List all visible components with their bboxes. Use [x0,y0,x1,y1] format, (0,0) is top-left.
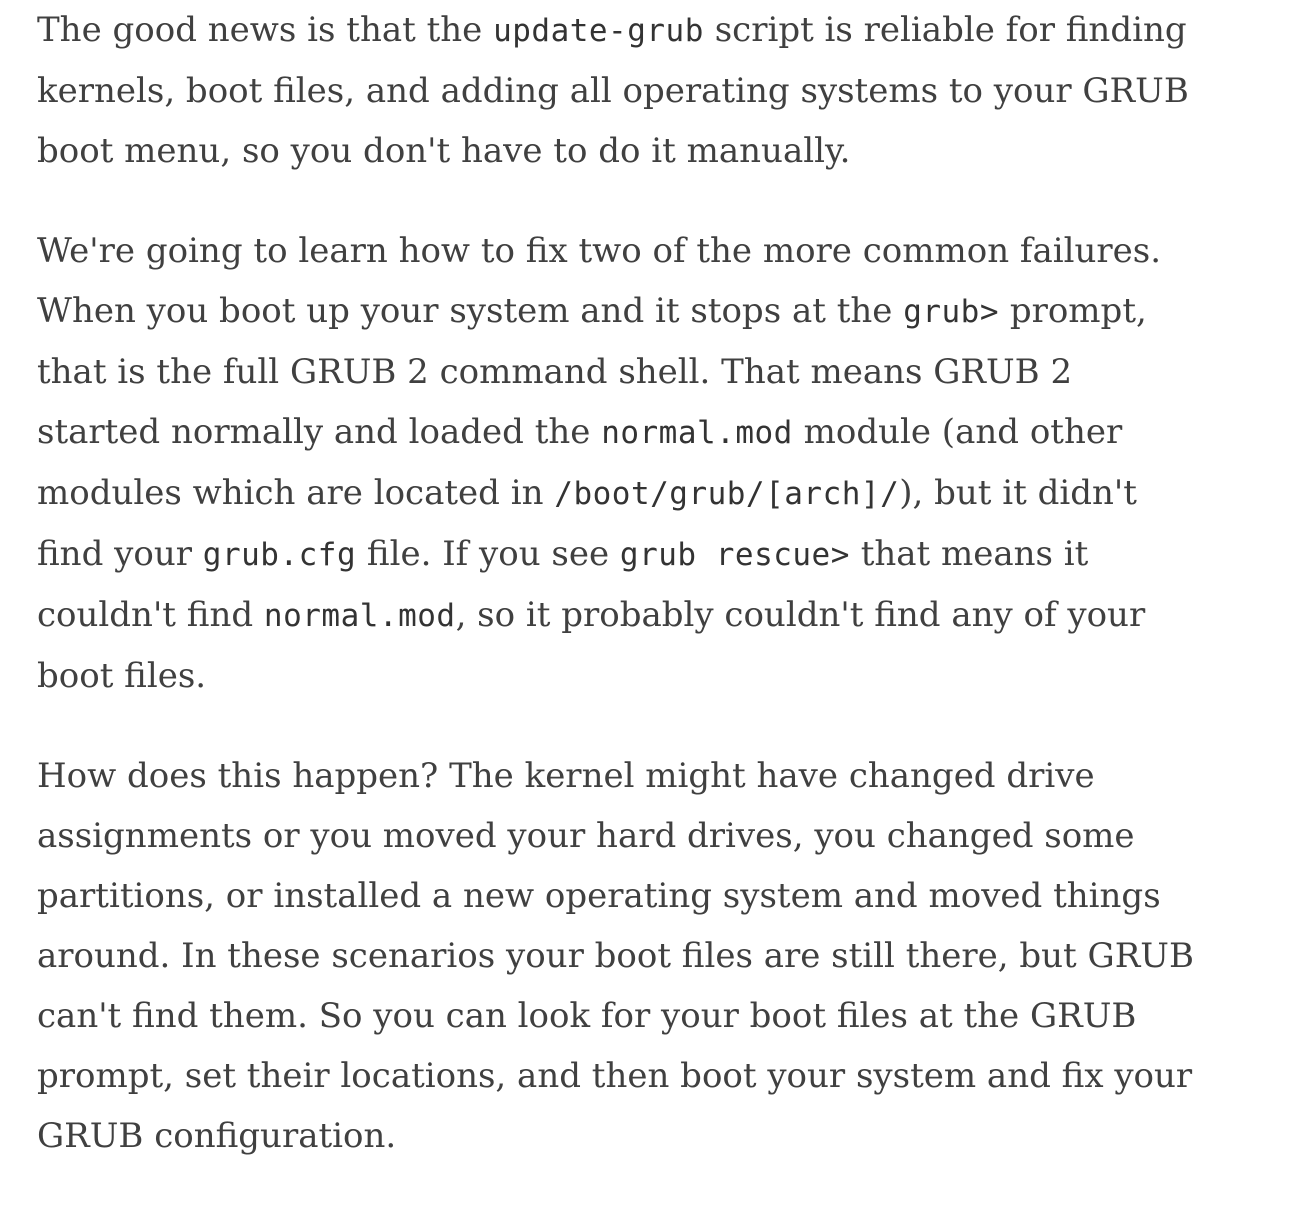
code-normal-mod: normal.mod [263,598,456,634]
paragraph-update-grub: The good news is that the update-grub sc… [37,0,1197,181]
paragraph-how-does-this-happen: How does this happen? The kernel might h… [37,756,1194,1156]
code-update-grub: update-grub [493,13,704,49]
code-normal-mod: normal.mod [601,415,793,451]
code-grub-cfg: grub.cfg [202,537,357,573]
paragraph-common-failures: We're going to learn how to fix two of t… [37,221,1197,706]
text: file. If you see [356,534,620,574]
code-grub-prompt: grub> [903,294,1000,330]
text: The good news is that the [37,10,494,50]
article-body: The good news is that the update-grub sc… [37,0,1197,1206]
code-boot-grub-arch: /boot/grub/[arch]/ [554,476,900,512]
code-grub-rescue: grub rescue> [619,537,850,573]
